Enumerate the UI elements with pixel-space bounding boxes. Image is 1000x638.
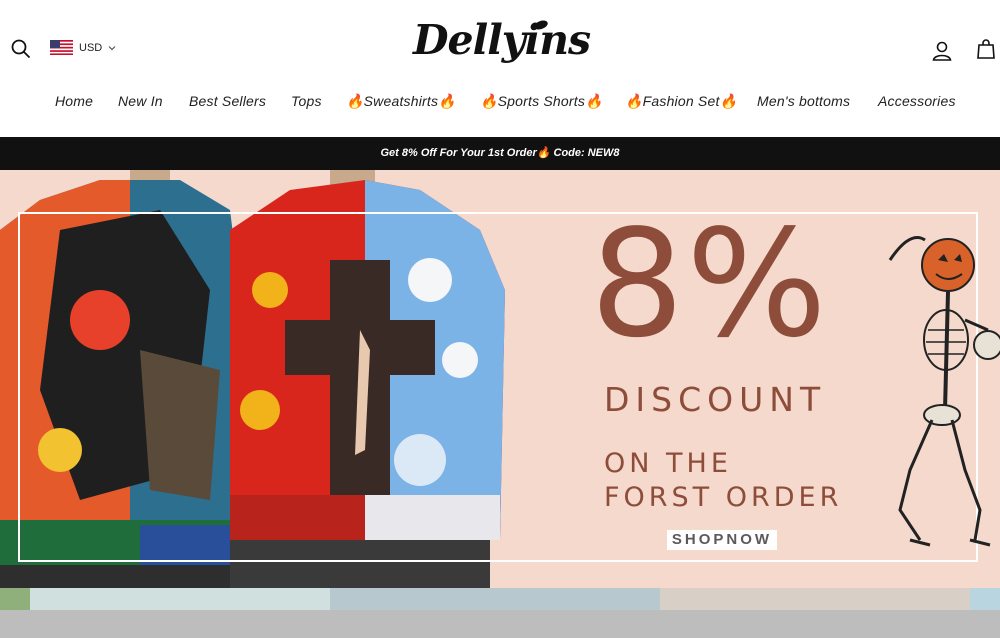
nav-item-tops[interactable]: Tops — [291, 93, 322, 109]
hero-subline-2: FORST ORDER — [604, 482, 843, 513]
nav-item-new-in[interactable]: New In — [118, 93, 163, 109]
site-header: USD Dellyins — [0, 0, 1000, 88]
cart-icon[interactable] — [975, 38, 997, 60]
nav-item-sports-shorts[interactable]: 🔥Sports Shorts🔥 — [480, 93, 603, 110]
main-nav: Home New In Best Sellers Tops 🔥Sweatshir… — [0, 93, 1000, 117]
nav-item-best-sellers[interactable]: Best Sellers — [189, 93, 266, 109]
search-icon[interactable] — [10, 38, 32, 60]
football-icon — [534, 20, 548, 30]
us-flag-icon — [50, 40, 73, 55]
chevron-down-icon — [108, 45, 116, 50]
currency-label: USD — [79, 41, 103, 54]
nav-item-sweatshirts[interactable]: 🔥Sweatshirts🔥 — [346, 93, 456, 110]
bottom-overlay — [0, 610, 1000, 638]
hero-banner[interactable]: 8% DISCOUNT ON THE FORST ORDER SHOPNOW — [0, 170, 1000, 588]
hero-discount-label: DISCOUNT — [604, 380, 827, 419]
nav-item-home[interactable]: Home — [55, 93, 93, 109]
site-logo[interactable]: Dellyins — [413, 16, 591, 64]
skeleton-pumpkin-illustration — [888, 236, 1000, 547]
nav-item-accessories[interactable]: Accessories — [878, 93, 956, 109]
promo-announcement-bar[interactable]: Get 8% Off For Your 1st Order🔥 Code: NEW… — [0, 137, 1000, 170]
nav-item-mens-bottoms[interactable]: Men's bottoms — [757, 93, 850, 109]
hero-headline-percent: 8% — [590, 198, 829, 370]
user-icon[interactable] — [931, 40, 953, 62]
collection-preview-strip — [0, 588, 1000, 610]
hero-subline-1: ON THE — [604, 448, 732, 479]
currency-selector[interactable]: USD — [50, 40, 116, 55]
nav-item-fashion-set[interactable]: 🔥Fashion Set🔥 — [625, 93, 737, 110]
shop-now-button[interactable]: SHOPNOW — [667, 530, 777, 550]
